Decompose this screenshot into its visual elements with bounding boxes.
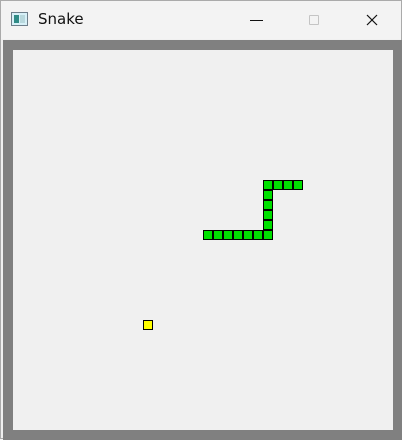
snake-segment (263, 210, 273, 220)
snake-segment (263, 180, 273, 190)
game-border (3, 40, 402, 440)
snake-segment (243, 230, 253, 240)
close-button[interactable] (349, 1, 395, 39)
snake-segment (273, 180, 283, 190)
food-pellet (143, 320, 153, 330)
maximize-button (291, 1, 337, 39)
snake-segment (223, 230, 233, 240)
snake-segment (203, 230, 213, 240)
close-icon (366, 14, 378, 26)
title-bar[interactable]: Snake (1, 1, 401, 39)
snake-window: Snake (0, 0, 402, 440)
game-board (13, 50, 393, 430)
snake-segment (263, 220, 273, 230)
snake-segment (213, 230, 223, 240)
snake-segment (253, 230, 263, 240)
maximize-icon (309, 15, 319, 25)
snake-segment (283, 180, 293, 190)
snake-segment (263, 230, 273, 240)
snake-head (293, 180, 303, 190)
snake-segment (263, 190, 273, 200)
minimize-icon (249, 19, 263, 21)
snake-segment (263, 200, 273, 210)
snake-segment (233, 230, 243, 240)
window-title: Snake (38, 10, 84, 28)
minimize-button[interactable] (233, 1, 279, 39)
app-icon (11, 12, 28, 26)
